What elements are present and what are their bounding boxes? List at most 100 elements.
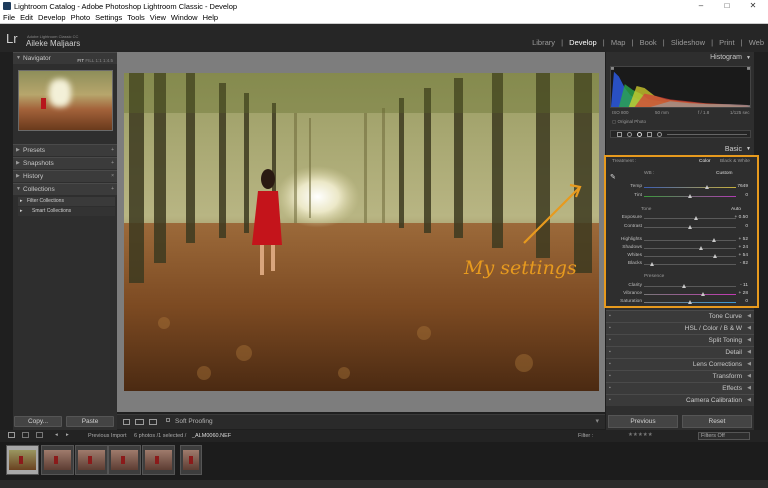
temp-knob[interactable] [704,185,709,189]
clarity-knob[interactable] [682,284,687,288]
vibrance-value[interactable]: + 28 [726,291,748,296]
thumbnail-selected[interactable] [6,445,39,475]
highlights-slider[interactable]: Highlights + 52 [612,237,752,244]
module-map[interactable]: Map [611,38,626,47]
contrast-value[interactable]: 0 [726,224,748,229]
zoom-fit[interactable]: FIT [77,58,84,63]
effects-header[interactable]: ▪ Effects ◀ [606,382,754,394]
tone-auto[interactable]: Auto [731,207,741,212]
navigator-panel-header[interactable]: ▼ Navigator FIT FILL 1:1 1:4.5 [13,52,117,64]
module-web[interactable]: Web [749,38,764,47]
module-slideshow[interactable]: Slideshow [671,38,705,47]
menu-settings[interactable]: Settings [95,12,122,24]
add-icon[interactable]: + [111,184,114,195]
clear-icon[interactable]: × [111,171,114,182]
menu-window[interactable]: Window [171,12,198,24]
source-label[interactable]: Previous Import [88,433,127,439]
exposure-slider[interactable]: Exposure + 0.50 [612,215,752,222]
saturation-value[interactable]: 0 [726,299,748,304]
zoom-fill[interactable]: FILL [85,58,94,63]
panel-toggle-icon[interactable]: ▪ [609,383,611,394]
panel-toggle-icon[interactable]: ▪ [609,371,611,382]
crop-tool-icon[interactable] [617,132,622,137]
detail-header[interactable]: ▪ Detail ◀ [606,346,754,358]
clarity-slider[interactable]: Clarity - 11 [612,283,752,290]
spot-removal-icon[interactable] [627,132,632,137]
menu-edit[interactable]: Edit [20,12,33,24]
soft-proof-checkbox[interactable] [166,418,170,422]
thumbnail[interactable] [108,445,141,475]
thumbnail[interactable] [41,445,74,475]
shadows-value[interactable]: + 24 [726,245,748,250]
blacks-knob[interactable] [650,262,655,266]
previous-button[interactable]: Previous [608,415,678,428]
panel-toggle-icon[interactable]: ▪ [609,323,611,334]
whites-value[interactable]: + 54 [726,253,748,258]
secondary-window-icon[interactable] [8,432,15,438]
zoom-1-4[interactable]: 1:4.5 [103,58,113,63]
highlights-knob[interactable] [711,238,716,242]
red-eye-icon[interactable] [637,132,642,137]
blacks-value[interactable]: - 82 [726,261,748,266]
wb-value[interactable]: Custom [716,171,733,176]
clarity-value[interactable]: - 11 [726,283,748,288]
menu-develop[interactable]: Develop [38,12,66,24]
add-icon[interactable]: + [111,145,114,156]
tint-slider[interactable]: Tint 0 [612,193,752,200]
whites-slider[interactable]: Whites + 54 [612,253,752,260]
temp-value[interactable]: 7649 [726,184,748,189]
collections-panel-header[interactable]: ▼ Collections + [13,183,117,195]
basic-panel-header[interactable]: Basic ▼ [606,144,754,155]
tint-knob[interactable] [688,194,692,198]
exposure-knob[interactable] [693,216,698,220]
vibrance-knob[interactable] [700,292,705,296]
panel-toggle-icon[interactable]: ▪ [609,347,611,358]
histogram-header[interactable]: Histogram ▼ [606,52,754,64]
zoom-1-1[interactable]: 1:1 [95,58,101,63]
histogram-graph[interactable] [610,66,751,108]
add-icon[interactable]: + [111,158,114,169]
tone-curve-header[interactable]: ▪ Tone Curve ◀ [606,310,754,322]
forward-arrow-icon[interactable]: ▸ [66,432,69,438]
module-library[interactable]: Library [532,38,555,47]
blacks-slider[interactable]: Blacks - 82 [612,261,752,268]
compare-icon[interactable] [149,419,157,425]
thumbnail[interactable] [180,445,202,475]
treatment-bw[interactable]: Black & White [720,159,750,164]
panel-toggle-icon[interactable]: ▪ [609,359,611,370]
eyedropper-icon[interactable]: ✎ [610,173,616,181]
split-toning-header[interactable]: ▪ Split Toning ◀ [606,334,754,346]
module-print[interactable]: Print [719,38,734,47]
grid-view-icon[interactable] [22,432,29,438]
bottom-panel-toggle[interactable] [0,480,768,488]
transform-header[interactable]: ▪ Transform ◀ [606,370,754,382]
brush-slider[interactable] [667,134,747,135]
graduated-filter-icon[interactable] [647,132,652,137]
exposure-value[interactable]: + 0.50 [726,215,748,220]
menu-photo[interactable]: Photo [71,12,91,24]
loupe-icon[interactable] [36,432,43,438]
panel-toggle-icon[interactable]: ▪ [609,335,611,346]
treatment-color[interactable]: Color [699,159,710,164]
close-button[interactable]: ✕ [742,0,764,12]
lens-corrections-header[interactable]: ▪ Lens Corrections ◀ [606,358,754,370]
shadows-slider[interactable]: Shadows + 24 [612,245,752,252]
back-arrow-icon[interactable]: ◂ [55,432,58,438]
saturation-slider[interactable]: Saturation 0 [612,299,752,306]
loupe-view-icon[interactable] [123,419,130,425]
collection-filter[interactable]: ▸ Filter Collections [18,197,115,206]
vibrance-slider[interactable]: Vibrance + 28 [612,291,752,298]
snapshots-panel-header[interactable]: ▶ Snapshots + [13,157,117,169]
module-book[interactable]: Book [640,38,657,47]
maximize-button[interactable]: □ [716,0,738,12]
camera-calibration-header[interactable]: ▪ Camera Calibration ◀ [606,394,754,406]
toolbar-menu-icon[interactable]: ▾ [595,417,599,425]
panel-toggle-icon[interactable]: ▪ [609,395,611,406]
menu-tools[interactable]: Tools [127,12,145,24]
filename[interactable]: _ALM0060.NEF [192,433,231,439]
contrast-knob[interactable] [688,225,692,229]
reset-button[interactable]: Reset [682,415,752,428]
paste-button[interactable]: Paste [66,416,114,427]
radial-filter-icon[interactable] [657,132,662,137]
main-photo[interactable]: My settings [124,73,599,391]
